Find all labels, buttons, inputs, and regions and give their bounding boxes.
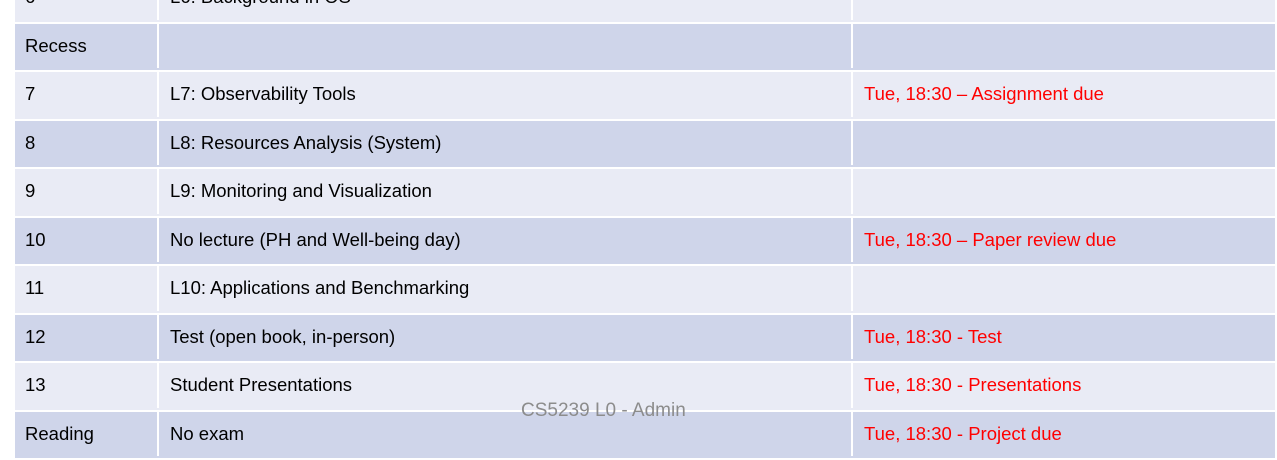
due-cell [853, 121, 1275, 166]
table-row: 7 L7: Observability Tools Tue, 18:30 – A… [15, 72, 1275, 121]
lecture-cell: Student Presentations [159, 363, 853, 408]
week-cell: 9 [15, 169, 159, 214]
lecture-cell: No lecture (PH and Well-being day) [159, 218, 853, 263]
table-row: 8 L8: Resources Analysis (System) [15, 121, 1275, 170]
table-row: 11 L10: Applications and Benchmarking [15, 266, 1275, 315]
due-cell: Tue, 18:30 - Test [853, 315, 1275, 360]
week-cell: Reading [15, 412, 159, 457]
due-cell: Tue, 18:30 - Project due [853, 412, 1275, 457]
table-row: Recess [15, 24, 1275, 73]
week-cell: 10 [15, 218, 159, 263]
schedule-table: 6 L6: Background in OS Recess 7 L7: Obse… [15, 0, 1275, 460]
table-row: 6 L6: Background in OS [15, 0, 1275, 24]
due-cell [853, 266, 1275, 311]
slide-footer: CS5239 L0 - Admin [521, 400, 686, 422]
week-cell: 13 [15, 363, 159, 408]
lecture-cell: L10: Applications and Benchmarking [159, 266, 853, 311]
due-cell: Tue, 18:30 - Presentations [853, 363, 1275, 408]
table-row: 10 No lecture (PH and Well-being day) Tu… [15, 218, 1275, 267]
due-cell [853, 24, 1275, 69]
lecture-cell: No exam [159, 412, 853, 457]
lecture-cell: L8: Resources Analysis (System) [159, 121, 853, 166]
week-cell: 6 [15, 0, 159, 20]
lecture-cell: L6: Background in OS [159, 0, 853, 20]
table-row: 12 Test (open book, in-person) Tue, 18:3… [15, 315, 1275, 364]
lecture-cell [159, 24, 853, 69]
week-cell: 7 [15, 72, 159, 117]
week-cell: 8 [15, 121, 159, 166]
week-cell: 12 [15, 315, 159, 360]
lecture-cell: Test (open book, in-person) [159, 315, 853, 360]
due-cell: Tue, 18:30 – Assignment due [853, 72, 1275, 117]
table-row: 9 L9: Monitoring and Visualization [15, 169, 1275, 218]
due-cell [853, 0, 1275, 20]
due-cell [853, 169, 1275, 214]
due-cell: Tue, 18:30 – Paper review due [853, 218, 1275, 263]
week-cell: Recess [15, 24, 159, 69]
week-cell: 11 [15, 266, 159, 311]
lecture-cell: L7: Observability Tools [159, 72, 853, 117]
lecture-cell: L9: Monitoring and Visualization [159, 169, 853, 214]
